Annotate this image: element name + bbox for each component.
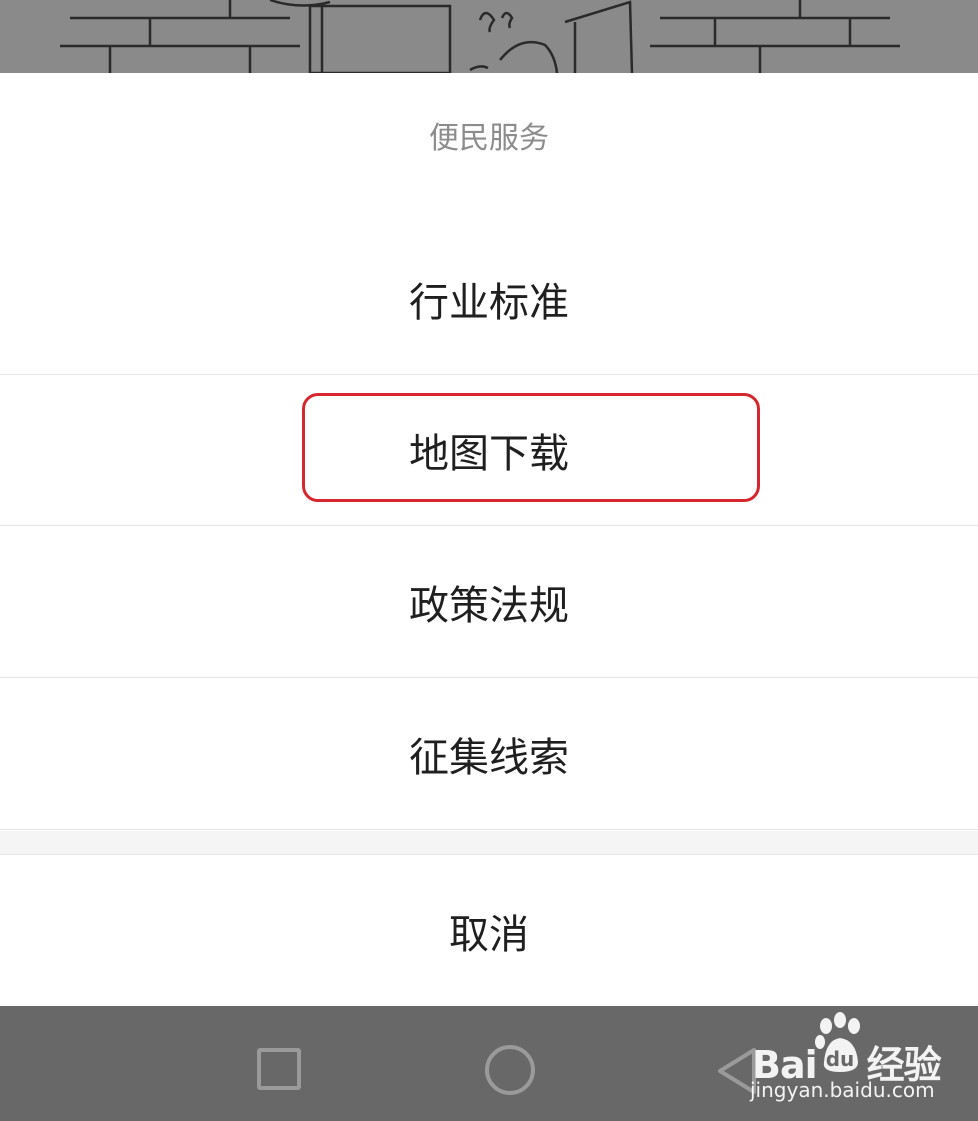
option-label: 地图下载 xyxy=(409,431,569,477)
sheet-title: 便民服务 xyxy=(429,121,549,156)
watermark-url: jingyan.baidu.com xyxy=(750,1078,935,1102)
cancel-label: 取消 xyxy=(449,911,529,958)
baidu-jingyan-watermark: Bai 经验 du jingyan.baidu.com xyxy=(748,1012,978,1112)
option-label: 征集线索 xyxy=(409,735,569,781)
recent-apps-icon[interactable] xyxy=(257,1048,301,1090)
option-industry-standards[interactable]: 行业标准 xyxy=(0,224,978,375)
cancel-button[interactable]: 取消 xyxy=(0,855,978,1006)
option-label: 行业标准 xyxy=(409,280,569,326)
svg-text:du: du xyxy=(826,1047,855,1071)
option-collect-clues[interactable]: 征集线索 xyxy=(0,679,978,830)
section-divider xyxy=(0,831,978,855)
home-icon[interactable] xyxy=(485,1045,535,1095)
option-label: 政策法规 xyxy=(409,583,569,629)
action-sheet: 便民服务 行业标准 地图下载 政策法规 征集线索 取消 xyxy=(0,73,978,1006)
paw-logo-icon: du xyxy=(815,1012,860,1072)
option-policies-regulations[interactable]: 政策法规 xyxy=(0,527,978,678)
option-map-download[interactable]: 地图下载 xyxy=(0,375,978,526)
background-illustration xyxy=(0,0,978,73)
